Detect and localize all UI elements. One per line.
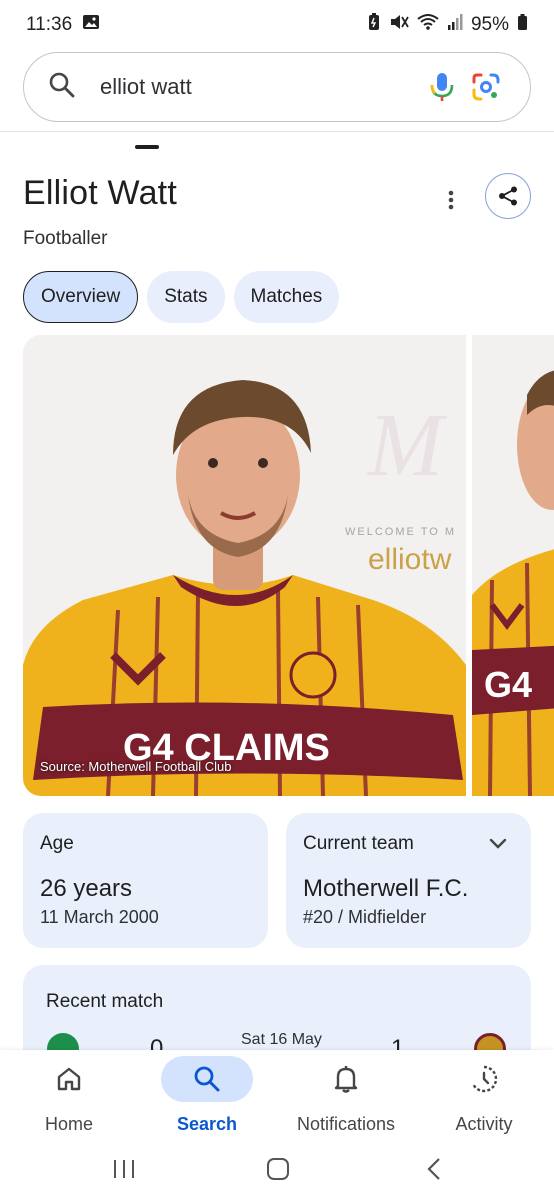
- nav-search-label: Search: [176, 1114, 238, 1134]
- player-photo-secondary[interactable]: G4: [472, 335, 554, 796]
- nav-home-label: Home: [44, 1114, 93, 1134]
- bell-icon: [334, 1066, 358, 1093]
- shirt-sponsor-text-secondary: G4: [484, 664, 532, 705]
- share-icon: [499, 186, 517, 206]
- age-value: 26 years: [40, 875, 133, 902]
- squad-number-position: #20 / Midfielder: [303, 907, 427, 927]
- more-vert-icon: [448, 190, 454, 210]
- drag-handle[interactable]: [135, 145, 159, 149]
- entity-title: Elliot Watt: [23, 174, 177, 212]
- more-options-button[interactable]: [436, 180, 466, 220]
- recent-match-title: Recent match: [46, 991, 164, 1012]
- back-chevron-icon: [427, 1158, 440, 1180]
- age-card[interactable]: Age 26 years 11 March 2000: [23, 813, 268, 948]
- current-team-card[interactable]: Current team Motherwell F.C. #20 / Midfi…: [286, 813, 531, 948]
- entity-subtitle: Footballer: [23, 228, 108, 249]
- recent-apps-icon: [114, 1160, 134, 1178]
- backdrop-name-text: elliotw: [368, 543, 452, 576]
- svg-text:M: M: [366, 396, 448, 495]
- search-bar[interactable]: elliot watt: [23, 52, 531, 122]
- nav-home[interactable]: Home: [0, 1050, 138, 1145]
- battery-percent: 95%: [470, 14, 509, 35]
- battery-saver-icon: [367, 13, 381, 37]
- birth-date: 11 March 2000: [40, 907, 159, 927]
- back-button[interactable]: [414, 1154, 454, 1184]
- search-icon[interactable]: [48, 71, 76, 104]
- mic-icon[interactable]: [420, 65, 464, 109]
- lens-icon[interactable]: [464, 65, 508, 109]
- player-photo[interactable]: M WELCOME TO M elliotw G4 CLAIMS Source:…: [23, 335, 466, 796]
- current-team-value: Motherwell F.C.: [303, 875, 469, 902]
- wifi-icon: [417, 13, 439, 37]
- search-input[interactable]: elliot watt: [100, 74, 420, 100]
- home-square-icon: [267, 1158, 289, 1180]
- status-icons: 95%: [367, 13, 528, 37]
- age-label: Age: [40, 833, 74, 854]
- header-divider: [0, 131, 554, 132]
- search-icon: [194, 1066, 220, 1092]
- nav-activity-label: Activity: [455, 1114, 513, 1134]
- bottom-navigation: Home Search Notifications Activity: [0, 1050, 554, 1145]
- image-source-caption: Source: Motherwell Football Club: [40, 759, 232, 774]
- match-date: Sat 16 May: [241, 1031, 322, 1048]
- share-button[interactable]: [485, 173, 531, 219]
- nav-activity[interactable]: Activity: [415, 1050, 553, 1145]
- status-time: 11:36: [26, 14, 73, 35]
- entity-tabs: Overview Stats Matches: [23, 271, 340, 323]
- image-carousel[interactable]: M WELCOME TO M elliotw G4 CLAIMS Source:…: [23, 335, 554, 796]
- nav-notifications[interactable]: Notifications: [277, 1050, 415, 1145]
- home-icon: [57, 1067, 81, 1091]
- status-bar: 11:36 95%: [0, 0, 554, 50]
- chevron-down-icon[interactable]: [487, 833, 509, 855]
- backdrop-welcome-text: WELCOME TO M: [345, 526, 456, 538]
- gallery-notification-icon: [82, 13, 100, 37]
- history-icon: [472, 1065, 498, 1093]
- tab-matches[interactable]: Matches: [233, 271, 340, 323]
- system-navigation-bar: [0, 1145, 554, 1200]
- current-team-label: Current team: [303, 833, 414, 854]
- nav-notifications-label: Notifications: [296, 1114, 396, 1134]
- signal-icon: [447, 13, 463, 37]
- battery-icon: [517, 13, 528, 37]
- tab-stats[interactable]: Stats: [147, 271, 225, 323]
- tab-overview[interactable]: Overview: [23, 271, 139, 323]
- home-system-button[interactable]: [258, 1154, 298, 1184]
- mute-icon: [389, 13, 409, 37]
- nav-search[interactable]: Search: [138, 1050, 276, 1145]
- recent-apps-button[interactable]: [104, 1154, 144, 1184]
